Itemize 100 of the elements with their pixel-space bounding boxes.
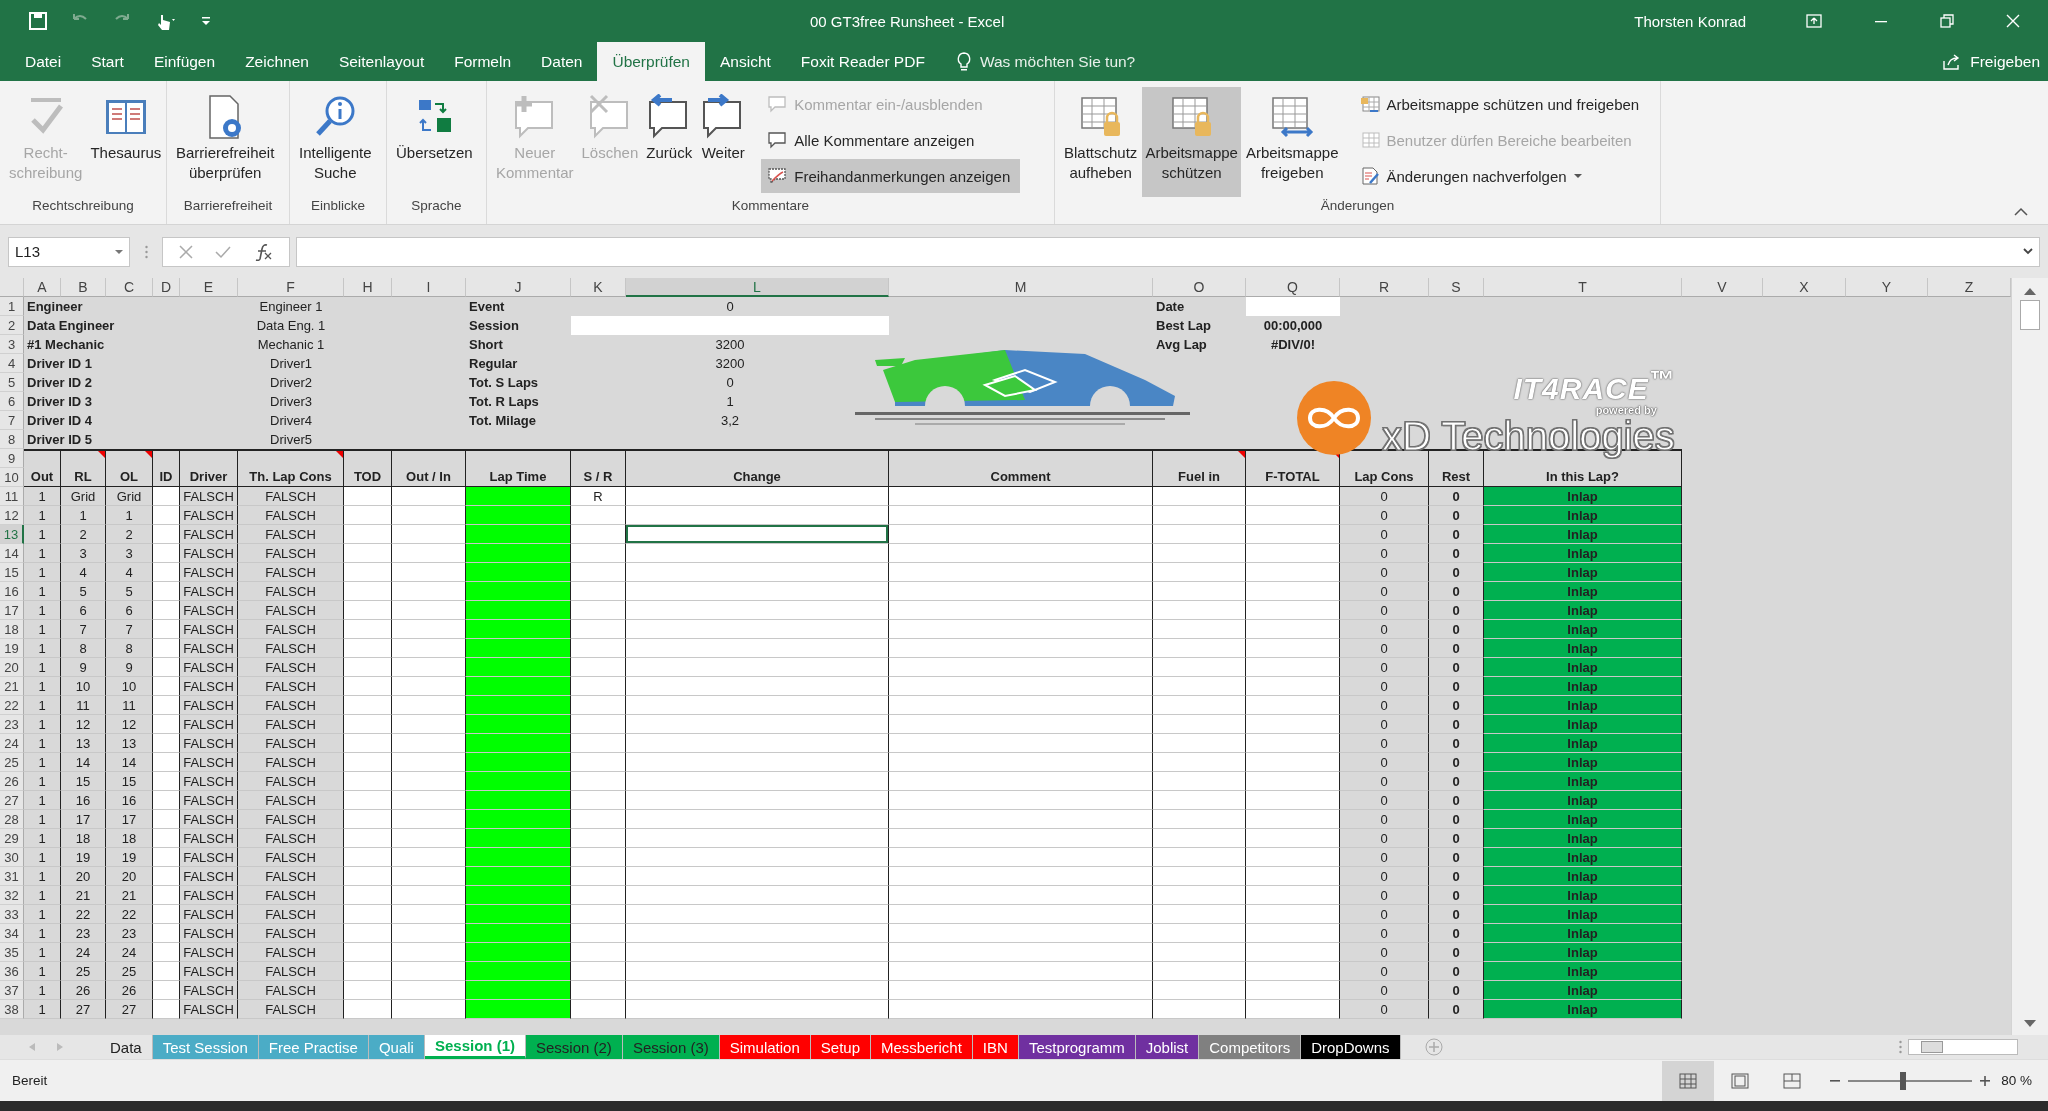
- table-cell[interactable]: FALSCH: [180, 715, 238, 734]
- table-cell[interactable]: 9: [61, 658, 106, 677]
- scroll-right-icon[interactable]: [56, 1042, 64, 1052]
- table-cell[interactable]: [344, 981, 392, 1000]
- column-header[interactable]: A: [24, 278, 61, 297]
- table-cell[interactable]: 0: [1340, 715, 1429, 734]
- table-cell[interactable]: 27: [106, 1000, 153, 1019]
- table-cell[interactable]: [466, 829, 571, 848]
- table-cell[interactable]: 24: [61, 943, 106, 962]
- menu-tab[interactable]: Ansicht: [705, 42, 786, 81]
- table-cell[interactable]: 0: [1429, 886, 1484, 905]
- menu-tab[interactable]: Formeln: [439, 42, 527, 81]
- table-cell[interactable]: [889, 620, 1153, 639]
- table-cell[interactable]: FALSCH: [180, 544, 238, 563]
- row-header[interactable]: 27: [0, 791, 24, 810]
- table-cell[interactable]: [626, 1000, 889, 1019]
- table-cell[interactable]: [392, 487, 466, 506]
- table-cell[interactable]: 14: [61, 753, 106, 772]
- row-header[interactable]: 12: [0, 506, 24, 525]
- table-cell[interactable]: [1153, 924, 1246, 943]
- table-cell[interactable]: Inlap: [1484, 487, 1682, 506]
- table-cell[interactable]: 0: [1340, 981, 1429, 1000]
- table-cell[interactable]: [1246, 886, 1340, 905]
- table-cell[interactable]: [392, 886, 466, 905]
- table-cell[interactable]: [344, 620, 392, 639]
- table-cell[interactable]: Inlap: [1484, 658, 1682, 677]
- table-cell[interactable]: 0: [1340, 753, 1429, 772]
- table-cell[interactable]: [626, 905, 889, 924]
- table-cell[interactable]: 0: [1429, 620, 1484, 639]
- table-cell[interactable]: 0: [1340, 810, 1429, 829]
- table-cell[interactable]: [626, 601, 889, 620]
- table-cell[interactable]: 1: [24, 924, 61, 943]
- table-cell[interactable]: [571, 601, 626, 620]
- table-cell[interactable]: [466, 905, 571, 924]
- table-cell[interactable]: [1246, 734, 1340, 753]
- table-cell[interactable]: [344, 829, 392, 848]
- table-cell[interactable]: [626, 620, 889, 639]
- table-cell[interactable]: 2: [61, 525, 106, 544]
- table-cell[interactable]: [571, 791, 626, 810]
- sheet-tab[interactable]: Testprogramm: [1018, 1035, 1136, 1059]
- table-cell[interactable]: [344, 753, 392, 772]
- table-cell[interactable]: FALSCH: [238, 886, 344, 905]
- table-cell[interactable]: FALSCH: [238, 715, 344, 734]
- table-cell[interactable]: [889, 658, 1153, 677]
- table-cell[interactable]: 10: [106, 677, 153, 696]
- table-cell[interactable]: Inlap: [1484, 829, 1682, 848]
- table-cell[interactable]: [571, 829, 626, 848]
- table-cell[interactable]: [466, 867, 571, 886]
- table-cell[interactable]: FALSCH: [238, 563, 344, 582]
- table-cell[interactable]: FALSCH: [238, 905, 344, 924]
- table-cell[interactable]: 17: [106, 810, 153, 829]
- table-cell[interactable]: [153, 487, 180, 506]
- table-cell[interactable]: [889, 639, 1153, 658]
- table-cell[interactable]: 15: [106, 772, 153, 791]
- table-cell[interactable]: FALSCH: [180, 962, 238, 981]
- table-cell[interactable]: 2: [106, 525, 153, 544]
- table-cell[interactable]: [889, 544, 1153, 563]
- table-cell[interactable]: 1: [24, 753, 61, 772]
- table-cell[interactable]: [466, 962, 571, 981]
- table-cell[interactable]: 23: [106, 924, 153, 943]
- table-cell[interactable]: [571, 867, 626, 886]
- table-cell[interactable]: 0: [1340, 886, 1429, 905]
- row-header[interactable]: 38: [0, 1000, 24, 1019]
- row-header[interactable]: 31: [0, 867, 24, 886]
- column-header[interactable]: E: [180, 278, 238, 297]
- table-cell[interactable]: [1246, 905, 1340, 924]
- table-cell[interactable]: [571, 544, 626, 563]
- ribbon-button[interactable]: Weiter: [697, 87, 750, 197]
- table-cell[interactable]: [889, 677, 1153, 696]
- column-header[interactable]: T: [1484, 278, 1682, 297]
- menu-tab[interactable]: Zeichnen: [230, 42, 324, 81]
- table-cell[interactable]: FALSCH: [238, 829, 344, 848]
- table-cell[interactable]: Inlap: [1484, 734, 1682, 753]
- table-cell[interactable]: [571, 962, 626, 981]
- table-cell[interactable]: [626, 563, 889, 582]
- table-cell[interactable]: [889, 582, 1153, 601]
- table-cell[interactable]: [1153, 867, 1246, 886]
- table-cell[interactable]: [153, 791, 180, 810]
- column-header[interactable]: Y: [1846, 278, 1928, 297]
- table-cell[interactable]: [153, 867, 180, 886]
- table-cell[interactable]: [392, 715, 466, 734]
- table-cell[interactable]: [392, 791, 466, 810]
- table-cell[interactable]: [392, 620, 466, 639]
- row-header[interactable]: 9: [0, 449, 24, 468]
- close-icon[interactable]: [2006, 14, 2020, 28]
- table-cell[interactable]: FALSCH: [180, 753, 238, 772]
- row-header[interactable]: 16: [0, 582, 24, 601]
- table-cell[interactable]: FALSCH: [180, 487, 238, 506]
- table-cell[interactable]: [344, 506, 392, 525]
- table-cell[interactable]: FALSCH: [238, 867, 344, 886]
- table-cell[interactable]: [626, 487, 889, 506]
- table-cell[interactable]: [1246, 620, 1340, 639]
- share-button[interactable]: Freigeben: [1942, 42, 2040, 81]
- table-cell[interactable]: [1246, 677, 1340, 696]
- table-cell[interactable]: 1: [24, 981, 61, 1000]
- table-cell[interactable]: 0: [1340, 829, 1429, 848]
- table-cell[interactable]: 24: [106, 943, 153, 962]
- table-cell[interactable]: [1246, 639, 1340, 658]
- table-cell[interactable]: Inlap: [1484, 525, 1682, 544]
- table-cell[interactable]: [1153, 582, 1246, 601]
